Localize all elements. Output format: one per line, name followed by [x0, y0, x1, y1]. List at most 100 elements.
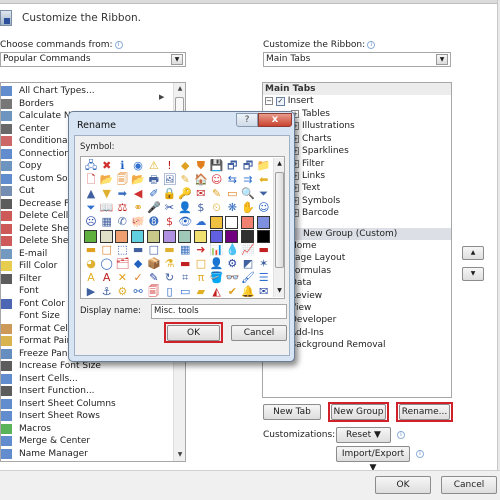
symbol-grid[interactable]: 🖧 ✖ ℹ ◉ ⚠! ◆ ⛊ 💾 🗗 🗗 📁 🗋 📂 🗐 📂 🖶 🖼 ✎ 🏠 ☺ ⇆ ⇉ ⬅ ▲ ▼ ➡ ◀ ✐ 🔒 🔑 ✉ ✎ ▭ 🔍 ⏷ ⏷ 📖 ⚖ ⚭…: [80, 156, 285, 299]
command-item[interactable]: All Chart Types...: [1, 85, 171, 97]
tree-item-group[interactable]: + Text: [291, 182, 320, 194]
ok-button[interactable]: OK: [375, 476, 431, 494]
command-item[interactable]: Merge & Center: [1, 435, 171, 447]
symbol-icon[interactable]: ⚓: [99, 284, 115, 300]
merge-center-icon: [1, 436, 12, 446]
command-label: Cut: [19, 186, 35, 196]
chevron-down-icon[interactable]: ▼: [171, 54, 183, 65]
scroll-down-icon[interactable]: ▼: [174, 449, 186, 461]
symbol-icon[interactable]: ⚙: [114, 284, 130, 300]
tab-label: Background Removal: [290, 340, 386, 351]
freeze-panes-icon: [1, 348, 12, 359]
symbol-icon[interactable]: ▰: [193, 284, 209, 300]
tree-item-group[interactable]: + Sparklines: [291, 145, 349, 157]
insert-label: Insert: [287, 96, 314, 106]
close-button[interactable]: x: [258, 113, 292, 127]
scroll-up-icon[interactable]: ▲: [174, 83, 186, 95]
symbol-icon[interactable]: ❋: [224, 200, 240, 216]
command-label: Name Manager: [19, 448, 88, 459]
new-tab-button[interactable]: New Tab: [263, 404, 321, 420]
symbol-icon[interactable]: ◭: [209, 284, 225, 300]
color-swatch-icon[interactable]: [225, 216, 239, 229]
command-label: Insert Sheet Columns: [19, 398, 116, 409]
copy-icon: [1, 161, 12, 171]
command-item[interactable]: Insert Sheet Columns: [1, 398, 171, 410]
tree-item-insert[interactable]: − ✓ Insert: [265, 95, 314, 107]
tree-item-new-group[interactable]: New Group (Custom): [303, 228, 397, 240]
collapse-icon[interactable]: −: [265, 97, 273, 105]
command-label: Connections: [19, 148, 75, 159]
command-item[interactable]: Insert Sheet Rows: [1, 410, 171, 422]
help-button[interactable]: ?: [236, 113, 258, 127]
import-export-button[interactable]: Import/Export ▼: [336, 446, 410, 473]
new-group-button[interactable]: New Group: [331, 404, 386, 420]
group-label: Sparklines: [302, 146, 349, 157]
chart-icon: [1, 86, 12, 96]
format-cells-icon: [1, 323, 12, 334]
symbol-icon[interactable]: ☺: [256, 200, 272, 216]
tree-item-group[interactable]: + Barcode: [291, 207, 339, 219]
insert-checkbox[interactable]: ✓: [275, 97, 285, 106]
symbol-icon[interactable]: 🔔: [240, 284, 256, 300]
scroll-down-icon[interactable]: ▼: [274, 285, 285, 297]
symbol-icon[interactable]: ☹: [83, 214, 99, 230]
info-icon[interactable]: i: [416, 450, 424, 458]
symbol-icon[interactable]: ▶: [83, 284, 99, 300]
symbol-icon[interactable]: ➑: [146, 214, 162, 230]
command-item[interactable]: Borders: [1, 98, 171, 110]
command-label: Insert Function...: [19, 386, 95, 396]
window-top-border: [0, 0, 500, 4]
symbol-icon[interactable]: ✔: [224, 284, 240, 300]
tree-item-group[interactable]: + Charts: [291, 133, 331, 145]
info-icon[interactable]: i: [397, 431, 405, 439]
symbol-icon[interactable]: 🐖: [130, 214, 146, 230]
command-item[interactable]: Insert Cells...: [1, 373, 171, 385]
choose-commands-label: Choose commands from: i: [0, 40, 123, 50]
rename-button[interactable]: Rename...: [399, 404, 450, 420]
tree-item-group[interactable]: + Tables: [291, 108, 330, 120]
command-item[interactable]: Insert Function...: [1, 385, 171, 397]
group-label: Charts: [302, 133, 332, 144]
move-down-button[interactable]: ▼: [462, 267, 484, 281]
tree-item-group[interactable]: + Symbols: [291, 195, 340, 207]
symbol-icon[interactable]: ✆: [114, 214, 130, 230]
symbol-icon[interactable]: ▯: [162, 284, 178, 300]
dialog-cancel-button[interactable]: Cancel: [231, 325, 287, 341]
dialog-body: Symbol: 🖧 ✖ ℹ ◉ ⚠! ◆ ⛊ 💾 🗗 🗗 📁 🗋 📂 🗐 📂 🖶 🖼 ✎ 🏠 ☺ ⇆ ⇉ ⬅ ▲ ▼ ➡ ◀ ✐ 🔒 🔑 ✉…: [74, 135, 290, 356]
info-icon[interactable]: i: [114, 40, 123, 49]
tree-item-group[interactable]: + Links: [291, 170, 325, 182]
info-icon[interactable]: i: [367, 40, 376, 49]
symbol-icon[interactable]: ✉: [256, 284, 272, 300]
chevron-down-icon[interactable]: ▼: [436, 54, 448, 65]
tree-item-group[interactable]: + Illustrations: [291, 120, 355, 132]
command-item[interactable]: Macros: [1, 423, 171, 435]
customize-ribbon-combo[interactable]: Main Tabs ▼: [263, 52, 451, 67]
symbol-icon[interactable]: ⚯: [130, 284, 146, 300]
color-swatch-icon[interactable]: [241, 216, 254, 229]
symbol-icon[interactable]: ☁: [193, 214, 209, 230]
command-item[interactable]: Name Manager: [1, 448, 171, 460]
symbol-icon[interactable]: ⏲: [209, 200, 225, 216]
color-swatch-icon[interactable]: [209, 216, 223, 229]
symbol-scroll-thumb[interactable]: [275, 172, 284, 268]
cancel-button[interactable]: Cancel: [441, 476, 497, 494]
display-name-label: Display name:: [80, 306, 142, 316]
choose-commands-combo[interactable]: Popular Commands ▼: [0, 52, 186, 67]
symbol-icon[interactable]: 👁: [177, 214, 193, 230]
symbol-icon[interactable]: ▭: [177, 284, 193, 300]
symbol-icon[interactable]: ▦: [99, 214, 115, 230]
symbol-scrollbar[interactable]: ▲ ▼: [273, 158, 284, 297]
scroll-up-icon[interactable]: ▲: [274, 158, 285, 170]
symbol-icon[interactable]: 🗐: [146, 284, 162, 300]
display-name-input[interactable]: Misc. tools: [151, 304, 287, 319]
symbol-icon[interactable]: ✋: [240, 200, 256, 216]
command-label: Center: [19, 123, 50, 134]
conditional-format-icon: [1, 136, 12, 146]
move-up-button[interactable]: ▲: [462, 246, 484, 260]
reset-button[interactable]: Reset ▼: [336, 427, 391, 443]
symbol-icon[interactable]: $: [162, 214, 178, 230]
tree-item-group[interactable]: + Filter: [291, 158, 324, 170]
email-icon: [1, 248, 12, 259]
dialog-ok-button[interactable]: OK: [167, 325, 220, 341]
color-swatch-icon[interactable]: [256, 216, 270, 229]
